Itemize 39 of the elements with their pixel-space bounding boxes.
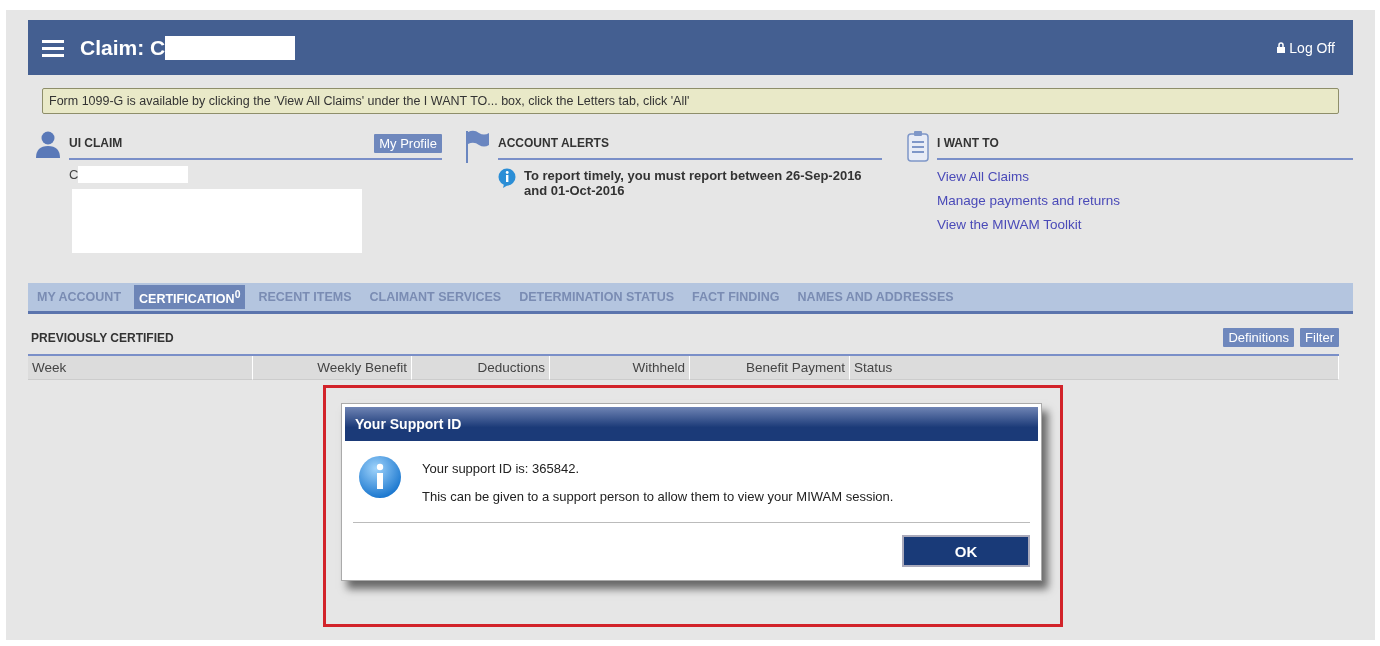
flag-icon (464, 130, 490, 164)
log-off-link[interactable]: Log Off (1277, 39, 1335, 56)
column-header: Week (28, 356, 253, 380)
clipboard-icon (907, 130, 929, 162)
column-header: Status (850, 356, 1339, 380)
column-header: Withheld (550, 356, 690, 380)
menu-icon[interactable] (42, 38, 64, 57)
person-icon (35, 130, 61, 158)
action-link[interactable]: View All Claims (937, 169, 1353, 184)
column-header: Benefit Payment (690, 356, 850, 380)
ok-button[interactable]: OK (902, 535, 1030, 567)
definitions-button[interactable]: Definitions (1223, 328, 1295, 347)
filter-button[interactable]: Filter (1300, 328, 1339, 347)
lock-icon (1277, 42, 1286, 53)
section-heading: I WANT TO (937, 136, 999, 150)
dialog-title: Your Support ID (345, 407, 1038, 441)
nav-tab[interactable]: DETERMINATION STATUS (514, 287, 680, 307)
dialog-message: Your support ID is: 365842. (422, 461, 581, 476)
section-title: PREVIOUSLY CERTIFIED (31, 330, 174, 345)
nav-tab[interactable]: NAMES AND ADDRESSES (792, 287, 959, 307)
column-header: Weekly Benefit (253, 356, 412, 380)
info-icon (358, 455, 402, 499)
action-link[interactable]: Manage payments and returns (937, 193, 1353, 208)
claimant-name: C (69, 167, 79, 182)
alert-message: To report timely, you must report between 26-Sep-2016 and 01-Oct-2016 (524, 168, 863, 198)
section-heading: ACCOUNT ALERTS (498, 136, 609, 150)
nav-tab[interactable]: CERTIFICATION$^{0}$ (134, 285, 246, 309)
my-profile-button[interactable]: My Profile (374, 133, 442, 153)
section-heading: UI CLAIM (69, 136, 123, 150)
nav-tab[interactable]: MY ACCOUNT (32, 287, 127, 307)
dialog-message: This can be given to a support person to allow them to view your MIWAM session. (422, 489, 894, 504)
nav-tab[interactable]: FACT FINDING (687, 287, 785, 307)
column-header: Deductions (412, 356, 550, 380)
nav-tab[interactable]: RECENT ITEMS (253, 287, 357, 307)
notice-banner: Form 1099-G is available by clicking the 'View All Claims' under the I WANT TO... box, click the Letters tab, click 'All' (42, 88, 1339, 114)
info-icon (498, 168, 516, 188)
claim-title: Claim: C (80, 35, 166, 60)
nav-tab[interactable]: CLAIMANT SERVICES (364, 287, 507, 307)
action-link[interactable]: View the MIWAM Toolkit (937, 217, 1353, 232)
